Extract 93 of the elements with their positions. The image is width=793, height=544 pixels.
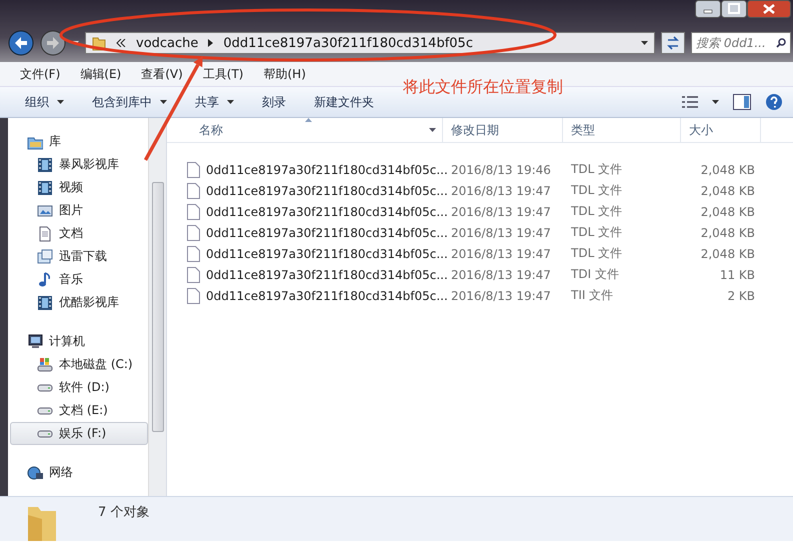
table-cell-text: TDL 文件 — [570, 161, 624, 178]
table-cell-text: TII 文件 — [570, 287, 614, 304]
nav-item[interactable]: 图片 — [10, 199, 148, 222]
computer-icon — [27, 334, 43, 350]
menu-item[interactable]: 编辑(E) — [70, 66, 132, 82]
menu-item[interactable]: 文件(F) — [10, 66, 70, 82]
file-icon — [187, 266, 200, 282]
toolbar-button[interactable]: 包含到库中 — [83, 90, 176, 114]
chevron-icon[interactable] — [116, 39, 126, 47]
column-header[interactable]: 名称 — [167, 118, 443, 142]
path-segment[interactable]: vodcache — [136, 36, 198, 50]
nav-item[interactable]: 本地磁盘 (C:) — [10, 353, 148, 376]
file-icon — [187, 204, 200, 220]
file-icon — [187, 224, 200, 240]
caret-icon[interactable] — [429, 128, 436, 132]
nav-item[interactable]: 文档 — [10, 222, 148, 245]
document-icon — [37, 226, 53, 242]
file-name[interactable]: 0dd11ce8197a30f211f180cd314bf05c... — [206, 246, 448, 260]
film-icon — [37, 156, 53, 172]
table-cell-text: TDL 文件 — [570, 182, 624, 199]
file-name[interactable]: 0dd11ce8197a30f211f180cd314bf05c... — [206, 226, 448, 240]
table-cell-text: 2 KB — [726, 288, 756, 302]
search-field[interactable]: 搜索 0dd1... — [691, 32, 791, 54]
nav-item[interactable]: 计算机 — [10, 330, 148, 353]
back-button[interactable] — [8, 30, 34, 56]
caret-icon[interactable] — [641, 41, 648, 45]
nav-item[interactable]: 优酷影视库 — [10, 291, 148, 314]
file-name[interactable]: 0dd11ce8197a30f211f180cd314bf05c... — [206, 162, 448, 176]
column-header[interactable]: 修改日期 — [443, 118, 563, 142]
picture-icon — [37, 202, 53, 218]
nav-item[interactable]: 文档 (E:) — [10, 399, 148, 422]
preview-pane-icon[interactable] — [733, 94, 751, 110]
table-cell-text: 2,048 KB — [700, 246, 756, 260]
menu-item[interactable]: 工具(T) — [192, 66, 254, 82]
maximize-button[interactable] — [721, 0, 747, 18]
file-icon — [187, 246, 200, 262]
chevron-icon[interactable] — [208, 39, 214, 47]
nav-item[interactable]: 软件 (D:) — [10, 376, 148, 399]
drive-icon — [37, 430, 53, 438]
table-cell-text: TDI 文件 — [570, 266, 620, 283]
history-dropdown-icon[interactable] — [72, 41, 79, 45]
help-icon[interactable] — [765, 93, 783, 111]
nav-item[interactable]: 音乐 — [10, 268, 148, 291]
table-cell-text: 2,048 KB — [700, 226, 756, 240]
nav-item[interactable]: 库 — [10, 130, 148, 153]
windows-drive-icon — [37, 356, 53, 372]
nav-item[interactable]: 娱乐 (F:) — [10, 422, 148, 445]
search-icon — [776, 38, 786, 48]
file-name[interactable]: 0dd11ce8197a30f211f180cd314bf05c... — [206, 184, 448, 198]
nav-item[interactable]: 迅雷下载 — [10, 245, 148, 268]
toolbar-button[interactable]: 共享 — [186, 90, 243, 114]
sort-arrow-icon — [304, 118, 312, 122]
table-cell-text: 2,048 KB — [700, 184, 756, 198]
forward-button[interactable] — [40, 30, 66, 56]
path-segment[interactable]: 0dd11ce8197a30f211f180cd314bf05c — [223, 36, 473, 50]
toolbar-button[interactable]: 刻录 — [253, 90, 295, 114]
toolbar-button[interactable]: 新建文件夹 — [305, 90, 383, 114]
file-icon — [187, 182, 200, 198]
table-cell-text: TDL 文件 — [570, 245, 624, 262]
view-options-icon[interactable] — [682, 96, 698, 108]
table-cell-text: 2,048 KB — [700, 204, 756, 218]
film-icon — [37, 294, 53, 310]
annotation-text: 将此文件所在位置复制 — [403, 77, 563, 98]
minimize-button[interactable] — [695, 0, 721, 18]
caret-icon — [712, 100, 719, 104]
scrollbar[interactable] — [148, 118, 166, 496]
file-name[interactable]: 0dd11ce8197a30f211f180cd314bf05c... — [206, 204, 448, 218]
drive-icon — [37, 406, 53, 414]
nav-item[interactable]: 暴风影视库 — [10, 153, 148, 176]
table-cell-text: TDL 文件 — [570, 224, 624, 241]
drive-icon — [37, 384, 53, 392]
network-icon — [27, 464, 43, 480]
table-cell-text: 2,048 KB — [700, 162, 756, 176]
menu-item[interactable]: 查看(V) — [131, 66, 193, 82]
close-button[interactable] — [747, 0, 791, 18]
column-header[interactable]: 类型 — [563, 118, 681, 142]
file-name[interactable]: 0dd11ce8197a30f211f180cd314bf05c... — [206, 288, 448, 302]
download-folder-icon — [37, 248, 53, 264]
column-header[interactable]: 大小 — [681, 118, 761, 142]
refresh-button[interactable] — [661, 32, 685, 54]
table-cell-text: TDL 文件 — [570, 203, 624, 220]
file-icon — [187, 288, 200, 304]
address-bar[interactable]: vodcache 0dd11ce8197a30f211f180cd314bf05c — [85, 32, 655, 54]
toolbar-button[interactable]: 组织 — [16, 90, 73, 114]
item-count: 7 个对象 — [98, 504, 150, 521]
film-icon — [37, 180, 53, 196]
table-cell-text: 11 KB — [718, 268, 756, 282]
nav-item[interactable]: 视频 — [10, 176, 148, 199]
menu-item[interactable]: 帮助(H) — [254, 66, 316, 82]
file-icon — [187, 162, 200, 178]
nav-item[interactable]: 网络 — [10, 461, 148, 484]
music-note-icon — [37, 272, 53, 288]
file-name[interactable]: 0dd11ce8197a30f211f180cd314bf05c... — [206, 268, 448, 282]
